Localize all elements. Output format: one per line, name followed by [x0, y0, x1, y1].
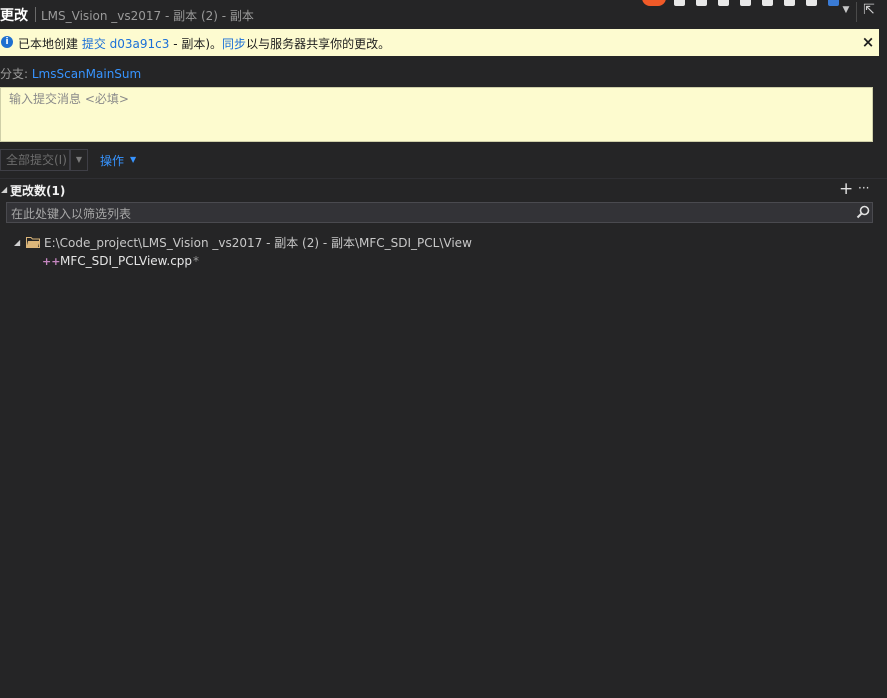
folder-path[interactable]: E:\Code_project\LMS_Vision _vs2017 - 副本 … [44, 234, 472, 251]
system-tray-icons [640, 0, 850, 8]
info-message: 已本地创建 提交 d03a91c3 - 副本)。同步以与服务器共享你的更改。 [18, 35, 390, 52]
search-icon[interactable] [856, 205, 870, 219]
info-icon: i [1, 36, 13, 48]
info-bar: i 已本地创建 提交 d03a91c3 - 副本)。同步以与服务器共享你的更改。… [0, 29, 879, 56]
branch-row: 分支: LmsScanMainSum [0, 65, 141, 82]
tray-icon [806, 0, 817, 6]
tray-icon [828, 0, 839, 6]
actions-menu[interactable]: 操作 [100, 152, 124, 169]
commit-message-input[interactable]: 输入提交消息 <必填> [0, 87, 873, 142]
tray-icon [740, 0, 751, 6]
sync-link[interactable]: 同步 [222, 37, 246, 51]
tray-icon [696, 0, 707, 6]
info-middle: - 副本)。 [169, 37, 223, 51]
ime-icon [642, 0, 666, 6]
branch-link[interactable]: LmsScanMainSum [32, 67, 141, 81]
branch-label: 分支: [0, 67, 32, 81]
tray-icon [674, 0, 685, 6]
tray-icon [762, 0, 773, 6]
changed-file-item[interactable]: MFC_SDI_PCLView.cpp [60, 254, 192, 268]
ellipsis-icon[interactable]: ··· [858, 181, 869, 195]
commit-link[interactable]: 提交 d03a91c3 [82, 37, 170, 51]
title-divider [35, 7, 36, 22]
modified-mark: * [193, 254, 199, 268]
chevron-down-icon[interactable]: ▼ [840, 5, 852, 19]
panel-header: 更改 LMS_Vision _vs2017 - 副本 (2) - 副本 ▼ ⇱ [0, 0, 887, 29]
collapse-triangle-icon[interactable]: ◢ [14, 238, 20, 247]
info-suffix: 以与服务器共享你的更改。 [246, 37, 391, 51]
filter-placeholder: 在此处键入以筛选列表 [11, 207, 132, 221]
repository-name: LMS_Vision _vs2017 - 副本 (2) - 副本 [41, 9, 254, 23]
filter-input[interactable]: 在此处键入以筛选列表 [6, 202, 873, 223]
collapse-triangle-icon[interactable]: ◢ [1, 185, 7, 194]
caret-down-icon[interactable]: ▼ [130, 155, 136, 164]
added-file-icon: ++ [42, 255, 61, 268]
changes-section-title[interactable]: 更改数(1) [10, 182, 65, 199]
plus-icon[interactable]: + [839, 179, 853, 199]
info-prefix: 已本地创建 [18, 37, 82, 51]
close-icon[interactable]: × [860, 33, 876, 51]
tray-icon [718, 0, 729, 6]
folder-icon [26, 237, 40, 248]
tray-icon [784, 0, 795, 6]
commit-message-placeholder: 输入提交消息 <必填> [9, 92, 129, 106]
page-title: 更改 [0, 8, 28, 24]
chevron-down-icon[interactable]: ▼ [70, 149, 88, 171]
commit-all-button[interactable]: 全部提交(I) [0, 149, 70, 171]
pop-out-icon[interactable]: ⇱ [856, 2, 881, 22]
section-divider [0, 178, 887, 179]
